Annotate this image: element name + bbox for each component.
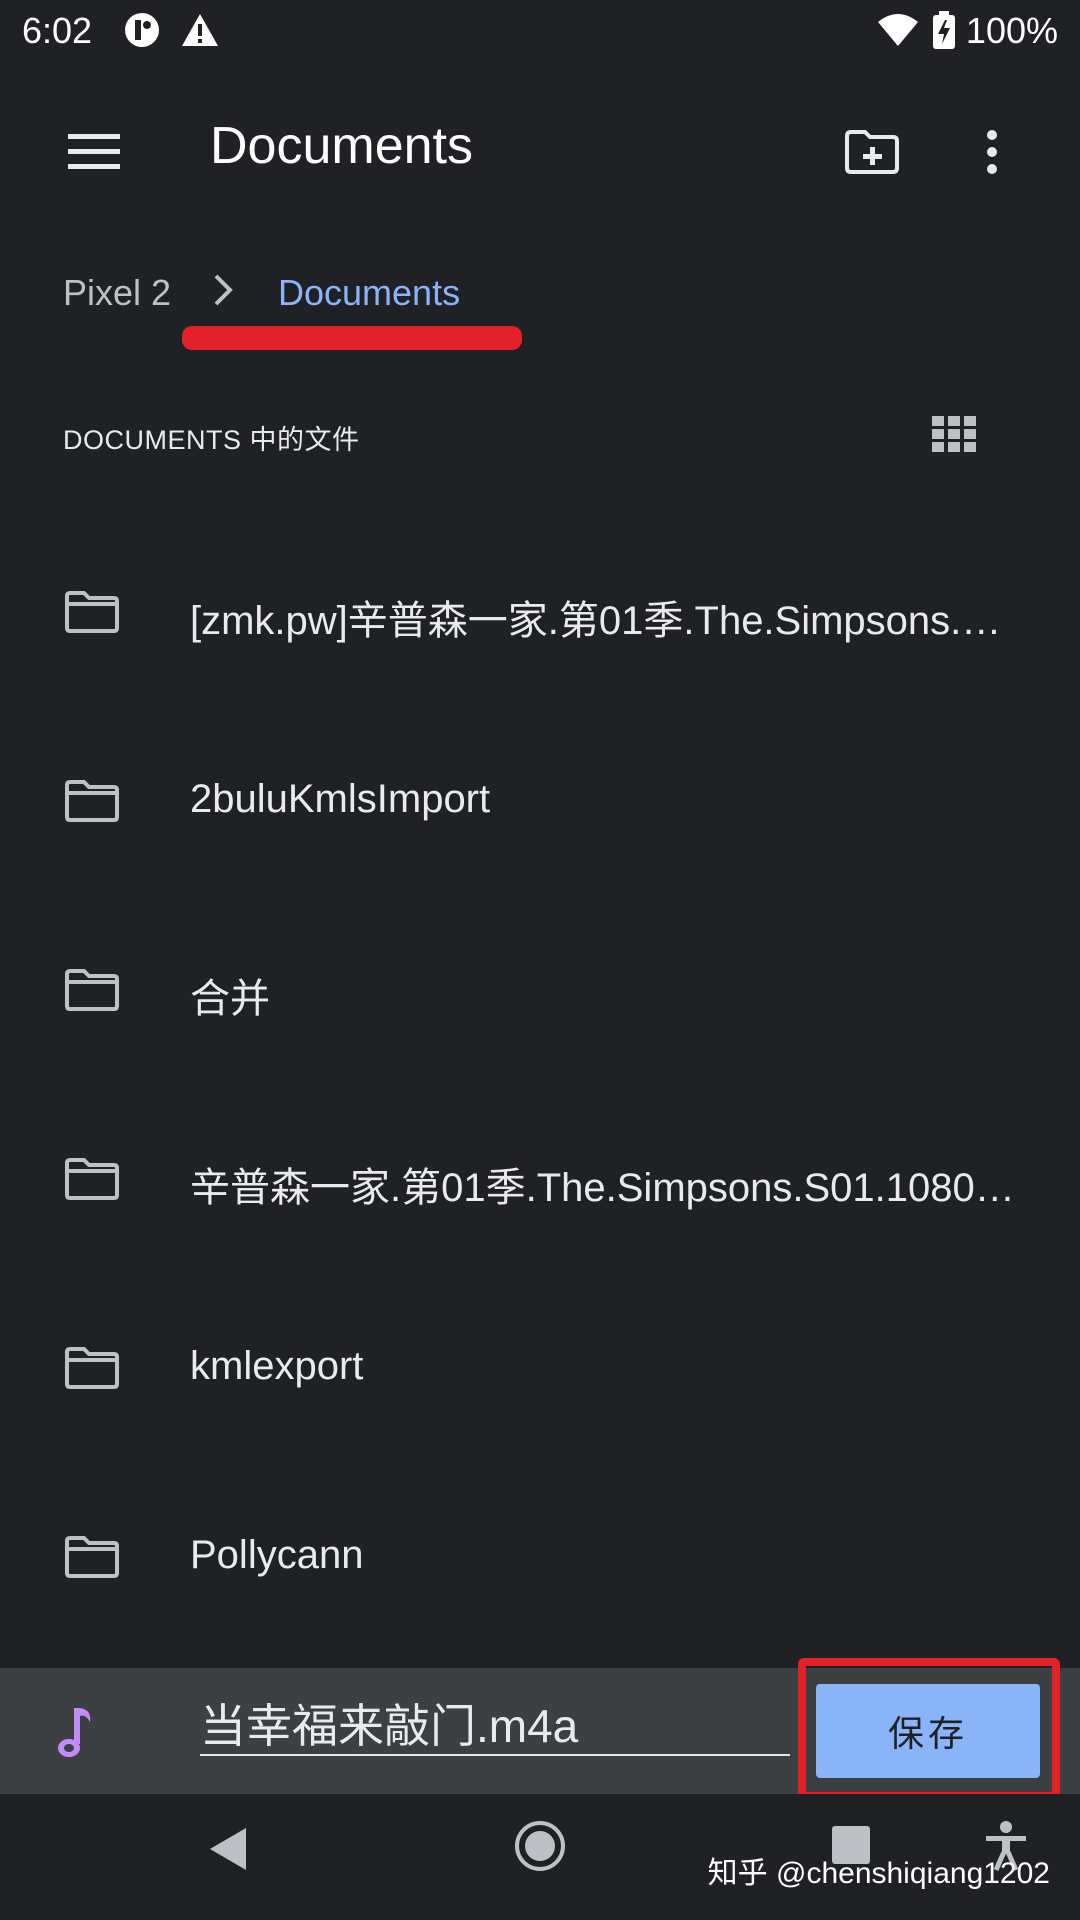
file-name: 合并 (190, 977, 270, 1021)
music-note-icon (54, 1706, 94, 1765)
file-name: 2buluKmlsImport (190, 777, 491, 821)
folder-icon (64, 590, 120, 639)
folder-icon (64, 1346, 120, 1395)
battery-level: 100% (965, 10, 1058, 51)
folder-icon (64, 968, 120, 1017)
menu-icon[interactable] (58, 116, 130, 188)
list-item[interactable]: 合并 (0, 928, 1080, 1048)
breadcrumb: Pixel 2 Documents (0, 262, 1080, 332)
more-vert-icon[interactable] (956, 116, 1028, 188)
battery-charging-icon (932, 10, 956, 55)
breadcrumb-root[interactable]: Pixel 2 (63, 272, 171, 314)
page-title: Documents (210, 117, 473, 175)
section-header: DOCUMENTS 中的文件 (63, 425, 360, 455)
list-item[interactable]: Pollycann (0, 1495, 1080, 1615)
warning-icon (180, 10, 220, 55)
highlight-underline (182, 326, 522, 350)
folder-icon (64, 1535, 120, 1584)
list-item[interactable]: [zmk.pw]辛普森一家.第01季.The.Simpsons.… (0, 550, 1080, 670)
file-name: kmlexport (190, 1344, 364, 1388)
file-name: [zmk.pw]辛普森一家.第01季.The.Simpsons.… (190, 599, 1002, 643)
back-icon[interactable] (206, 1824, 250, 1879)
app-notification-icon (122, 10, 162, 55)
filename-input[interactable] (200, 1692, 790, 1756)
watermark: 知乎 @chenshiqiang1202 (707, 1857, 1050, 1890)
chevron-right-icon (210, 270, 236, 319)
folder-icon (64, 1157, 120, 1206)
file-name: Pollycann (190, 1533, 364, 1577)
list-item[interactable]: kmlexport (0, 1306, 1080, 1426)
create-folder-icon[interactable] (836, 116, 908, 188)
file-name: 辛普森一家.第01季.The.Simpsons.S01.1080… (190, 1166, 1015, 1210)
status-bar: 6:02 100% (0, 0, 1080, 66)
wifi-icon (876, 10, 920, 55)
list-item[interactable]: 2buluKmlsImport (0, 739, 1080, 859)
save-button[interactable]: 保存 (816, 1684, 1040, 1778)
list-item[interactable]: 辛普森一家.第01季.The.Simpsons.S01.1080… (0, 1117, 1080, 1237)
home-icon[interactable] (514, 1820, 566, 1877)
folder-icon (64, 779, 120, 828)
status-time: 6:02 (22, 10, 93, 51)
toolbar: Documents (0, 66, 1080, 234)
breadcrumb-current[interactable]: Documents (278, 272, 460, 314)
grid-view-icon[interactable] (930, 414, 978, 459)
